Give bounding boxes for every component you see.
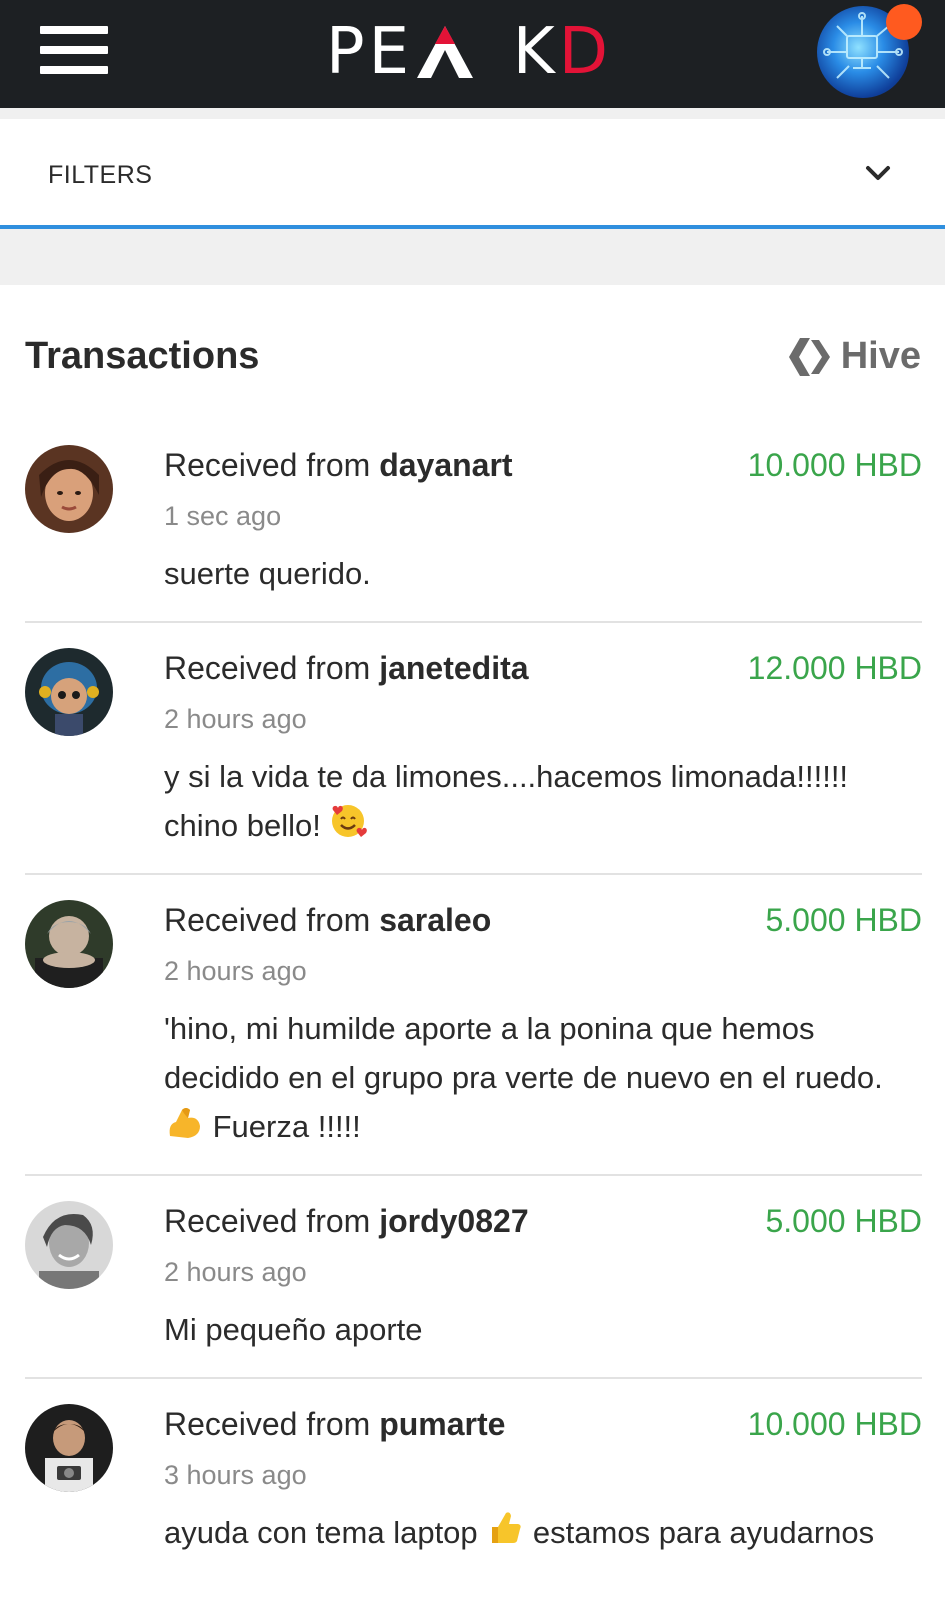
logo-text-k: K: [512, 15, 559, 89]
notification-dot[interactable]: [886, 4, 922, 40]
transaction-memo: suerte querido.: [164, 556, 371, 591]
sender-username[interactable]: pumarte: [379, 1406, 505, 1442]
transaction-time[interactable]: 1 sec ago: [164, 501, 281, 532]
sender-username[interactable]: saraleo: [379, 902, 491, 938]
received-from-label: Received from: [164, 1406, 380, 1442]
filters-dropdown[interactable]: FILTERS: [0, 119, 945, 229]
transaction-row: Received from janetedita 12.000 HBD 2 ho…: [25, 648, 922, 858]
transaction-description: Received from pumarte: [164, 1406, 505, 1443]
transaction-amount: 5.000 HBD: [765, 1203, 922, 1239]
logo-text-right: D: [558, 15, 613, 89]
sender-username[interactable]: dayanart: [379, 447, 512, 483]
memo-text: y si la vida te da limones....hacemos li…: [164, 759, 849, 843]
transaction-description: Received from dayanart: [164, 447, 513, 484]
transaction-memo: y si la vida te da limones....hacemos li…: [164, 752, 914, 854]
transaction-description: Received from janetedita: [164, 650, 529, 687]
logo-text-left: PE: [326, 15, 414, 89]
sender-avatar[interactable]: [25, 648, 113, 736]
divider: [25, 621, 922, 623]
divider: [25, 873, 922, 875]
transaction-memo: Mi pequeño aporte: [164, 1312, 423, 1347]
hive-logo-icon: [788, 337, 830, 376]
sender-username[interactable]: jordy0827: [379, 1203, 528, 1239]
memo-tail-text: Fuerza !!!!!: [212, 1109, 361, 1145]
received-from-label: Received from: [164, 447, 380, 483]
received-from-label: Received from: [164, 902, 380, 938]
transactions-card: Transactions Hive Received from dayanart…: [0, 285, 945, 1615]
memo-text: 'hino, mi humilde aporte a la ponina que…: [164, 1011, 883, 1095]
currency-label: Hive: [840, 335, 921, 377]
transaction-time[interactable]: 2 hours ago: [164, 704, 307, 735]
divider: [25, 1174, 922, 1176]
sender-avatar[interactable]: [25, 900, 113, 988]
sender-avatar[interactable]: [25, 445, 113, 533]
thumbs-up-emoji: [486, 1509, 524, 1561]
sender-avatar[interactable]: [25, 1404, 113, 1492]
transaction-row: Received from dayanart 10.000 HBD 1 sec …: [25, 445, 922, 595]
hamburger-menu-icon[interactable]: [40, 26, 108, 74]
transactions-title: Transactions: [25, 335, 260, 377]
chevron-down-icon[interactable]: [864, 159, 892, 187]
transaction-amount: 12.000 HBD: [747, 650, 922, 686]
sender-username[interactable]: janetedita: [379, 650, 528, 686]
transaction-row: Received from pumarte 10.000 HBD 3 hours…: [25, 1404, 922, 1584]
currency-selector[interactable]: Hive: [788, 335, 921, 378]
transaction-row: Received from saraleo 5.000 HBD 2 hours …: [25, 900, 922, 1160]
smiling-face-with-hearts-emoji: [329, 802, 368, 854]
transaction-description: Received from saraleo: [164, 902, 491, 939]
received-from-label: Received from: [164, 1203, 380, 1239]
flexed-biceps-emoji: [164, 1102, 204, 1156]
peakd-logo[interactable]: PE AK K D: [326, 20, 616, 84]
filters-label: FILTERS: [48, 161, 153, 189]
memo-text-after: estamos para ayudarnos: [532, 1515, 875, 1550]
logo-a-icon: [417, 26, 474, 78]
divider: [25, 1377, 922, 1379]
received-from-label: Received from: [164, 650, 380, 686]
transaction-memo: ayuda con tema laptop estamos para ayuda…: [164, 1508, 924, 1561]
transaction-time[interactable]: 3 hours ago: [164, 1460, 307, 1491]
transaction-amount: 5.000 HBD: [765, 902, 922, 938]
transaction-time[interactable]: 2 hours ago: [164, 956, 307, 987]
top-navigation-bar: PE AK K D: [0, 0, 945, 108]
transaction-memo: 'hino, mi humilde aporte a la ponina que…: [164, 1004, 914, 1156]
transaction-amount: 10.000 HBD: [747, 1406, 922, 1442]
sender-avatar[interactable]: [25, 1201, 113, 1289]
memo-text: ayuda con tema laptop: [164, 1515, 478, 1550]
transaction-description: Received from jordy0827: [164, 1203, 529, 1240]
transaction-amount: 10.000 HBD: [747, 447, 922, 483]
transaction-time[interactable]: 2 hours ago: [164, 1257, 307, 1288]
transaction-row: Received from jordy0827 5.000 HBD 2 hour…: [25, 1201, 922, 1361]
